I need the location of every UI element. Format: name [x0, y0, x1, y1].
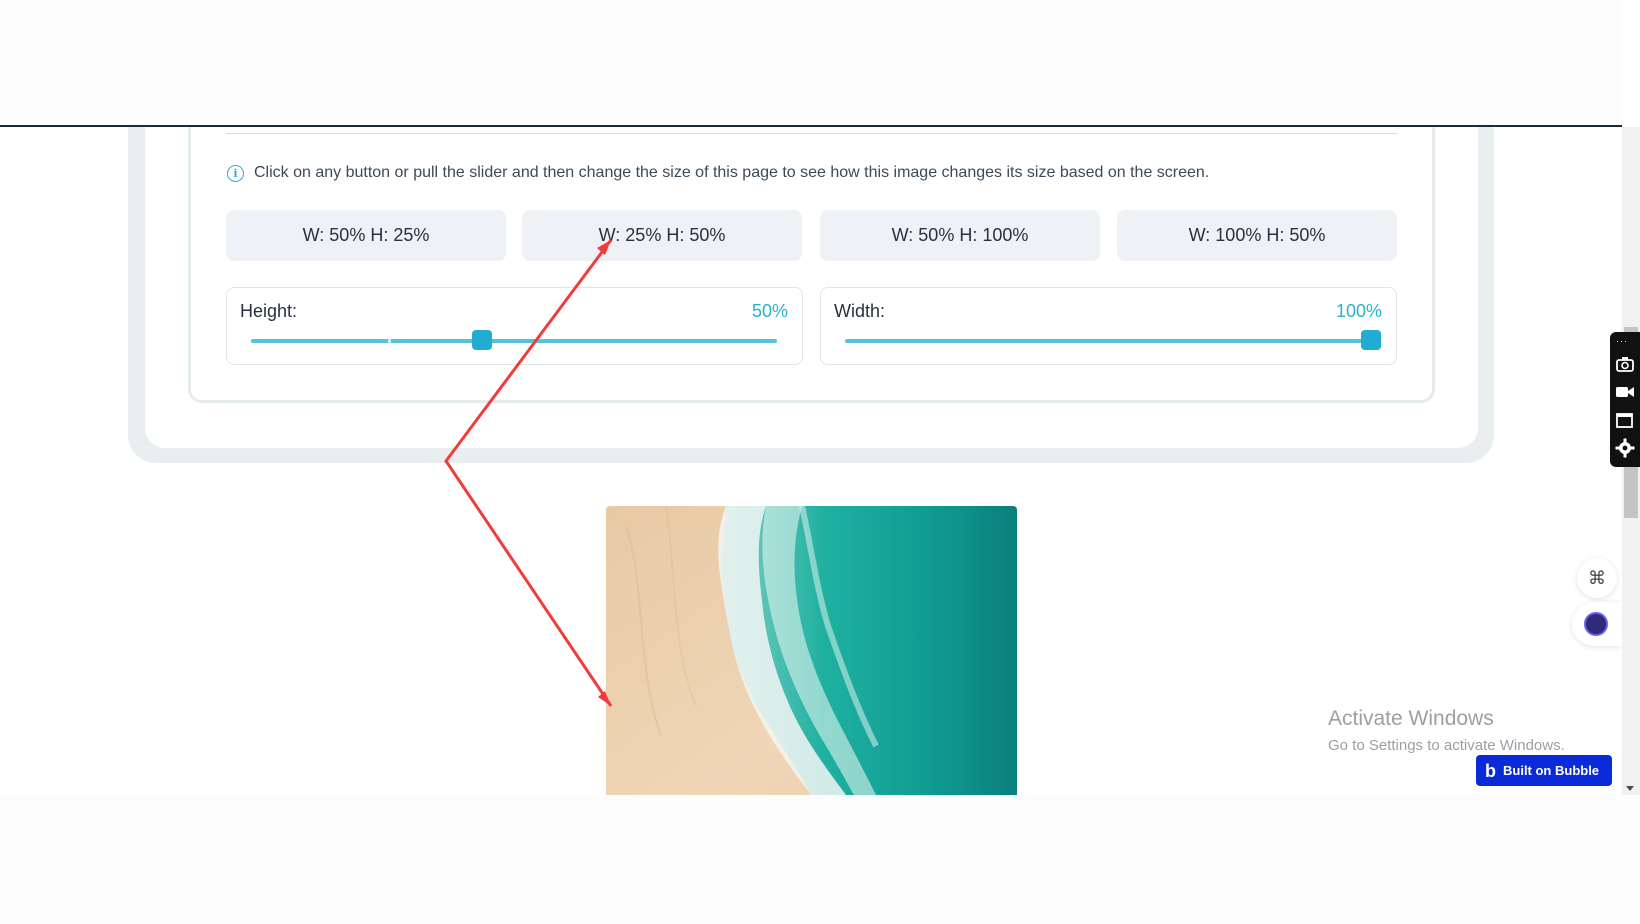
bot-button[interactable]: [1572, 602, 1622, 646]
height-slider-box: Height: 50%: [226, 287, 803, 365]
width-slider-value: 100%: [1335, 301, 1382, 321]
info-icon: i: [227, 164, 244, 182]
windows-activate-subtitle: Go to Settings to activate Windows.: [1328, 737, 1565, 754]
camera-icon[interactable]: [1615, 354, 1635, 374]
command-key-icon[interactable]: ⌘: [1577, 558, 1617, 598]
width-slider-box: Width: 100%: [820, 287, 1397, 365]
beach-image: [606, 506, 1017, 795]
width-slider-thumb[interactable]: [1361, 330, 1381, 350]
height-slider-thumb[interactable]: [472, 330, 493, 350]
scroll-down-arrow-icon[interactable]: [1626, 786, 1634, 791]
height-slider-label: Height:: [240, 301, 298, 321]
video-icon[interactable]: [1615, 382, 1635, 402]
preset-button-w100-h50[interactable]: W: 100% H: 50%: [1117, 210, 1397, 261]
more-dots-icon[interactable]: ···: [1616, 336, 1628, 346]
section-divider: [226, 133, 1397, 134]
bubble-logo-icon: b: [1485, 760, 1496, 781]
height-slider-track[interactable]: [251, 330, 777, 350]
info-row: i Click on any button or pull the slider…: [227, 161, 1209, 185]
built-on-bubble-badge[interactable]: b Built on Bubble: [1476, 755, 1612, 786]
screenshot-tool-panel: ···: [1610, 332, 1640, 467]
bot-icon: [1584, 612, 1608, 636]
height-slider-value: 50%: [751, 301, 788, 321]
windows-activate-title: Activate Windows: [1328, 707, 1494, 730]
height-slider-marker: [387, 339, 391, 343]
width-slider-label: Width:: [834, 301, 886, 321]
bubble-badge-label: Built on Bubble: [1503, 763, 1600, 778]
preset-button-w50-h25[interactable]: W: 50% H: 25%: [226, 210, 506, 261]
page-header-area: [0, 0, 1622, 126]
browser-viewport: i Click on any button or pull the slider…: [0, 0, 1640, 795]
gear-icon[interactable]: [1615, 438, 1635, 458]
info-text: Click on any button or pull the slider a…: [254, 164, 1210, 181]
preset-button-w50-h100[interactable]: W: 50% H: 100%: [820, 210, 1100, 261]
preset-button-w25-h50[interactable]: W: 25% H: 50%: [522, 210, 802, 261]
screen: i Click on any button or pull the slider…: [0, 0, 1640, 924]
window-icon[interactable]: [1615, 410, 1635, 430]
width-slider-track[interactable]: [845, 330, 1381, 350]
